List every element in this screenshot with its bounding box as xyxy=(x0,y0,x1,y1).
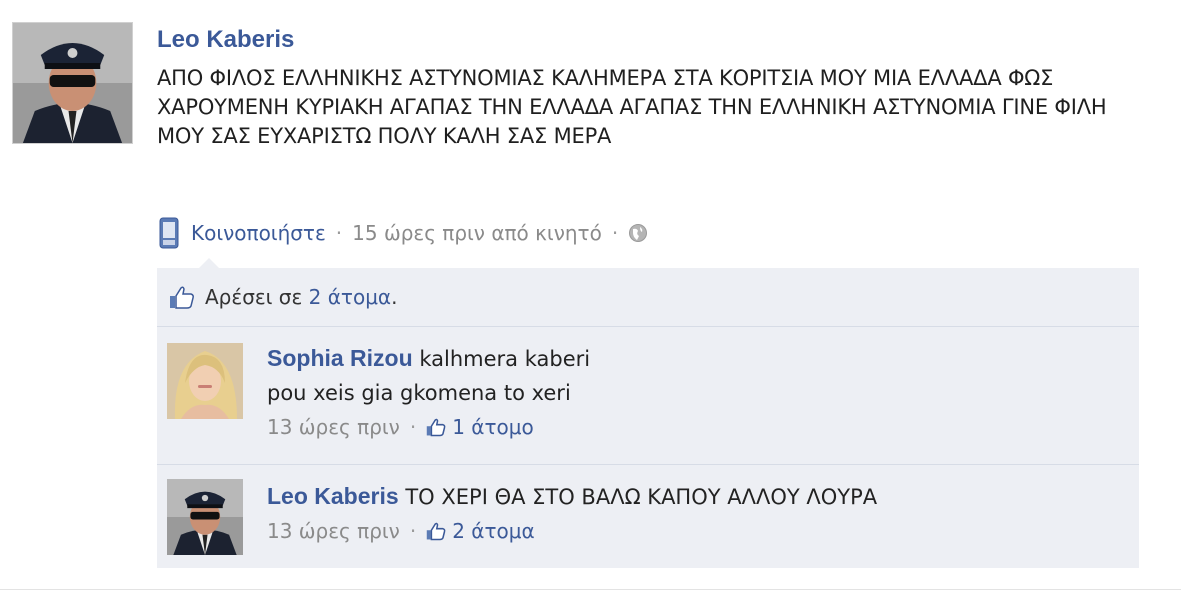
author-avatar[interactable] xyxy=(12,22,133,144)
comment-text-line: ΤΟ ΧΕΡΙ ΘΑ ΣΤΟ ΒΑΛΩ ΚΑΠΟΥ ΑΛΛΟΥ ΛΟΥΡΑ xyxy=(405,485,878,509)
meta-separator: · xyxy=(335,221,343,245)
comment-text-line: kalhmera kaberi xyxy=(419,347,591,371)
comment-likes-link[interactable]: 2 άτομα xyxy=(452,514,534,548)
meta-separator: · xyxy=(409,519,417,543)
post-timestamp[interactable]: 15 ώρες πριν από κινητό xyxy=(352,221,602,245)
likes-suffix: . xyxy=(391,285,398,309)
divider xyxy=(0,589,1181,590)
globe-icon xyxy=(629,224,648,242)
post-author-name[interactable]: Leo Kaberis xyxy=(157,26,294,54)
comment-author[interactable]: Sophia Rizou xyxy=(267,345,413,371)
panel-caret xyxy=(199,258,219,268)
likes-summary: Αρέσει σε 2 άτομα. xyxy=(157,268,1139,327)
comment-item: Leo Kaberis ΤΟ ΧΕΡΙ ΘΑ ΣΤΟ ΒΑΛΩ ΚΑΠΟΥ ΑΛ… xyxy=(157,464,1139,569)
meta-separator: · xyxy=(611,221,619,245)
likes-count-link[interactable]: 2 άτομα xyxy=(309,285,391,309)
comment-timestamp[interactable]: 13 ώρες πριν xyxy=(267,410,400,444)
post-text: ΑΠΟ ΦΙΛΟΣ ΕΛΛΗΝΙΚΗΣ ΑΣΤΥΝΟΜΙΑΣ ΚΑΛΗΜΕΡΑ … xyxy=(157,66,1107,148)
commenter-avatar[interactable] xyxy=(167,479,243,555)
thumbs-up-icon xyxy=(426,418,446,437)
meta-separator: · xyxy=(409,415,417,439)
comment-meta: 13 ώρες πριν · 2 άτομα xyxy=(267,514,877,548)
comment-likes-link[interactable]: 1 άτομο xyxy=(452,410,534,444)
post-meta: Κοινοποιήστε · 15 ώρες πριν από κινητό · xyxy=(157,216,648,250)
thumbs-up-icon xyxy=(426,522,446,541)
feedback-panel: Αρέσει σε 2 άτομα. Sophia Rizou kalhmera… xyxy=(157,268,1139,568)
mobile-icon xyxy=(159,217,179,249)
thumbs-up-icon xyxy=(170,286,194,309)
comment-item: Sophia Rizou kalhmera kaberi pou xeis gi… xyxy=(157,326,1139,465)
comment-author[interactable]: Leo Kaberis xyxy=(267,483,399,509)
commenter-avatar[interactable] xyxy=(167,343,243,419)
comment-timestamp[interactable]: 13 ώρες πριν xyxy=(267,514,400,548)
comment-text-line: pou xeis gia gkomena to xeri xyxy=(267,381,571,405)
share-link[interactable]: Κοινοποιήστε xyxy=(191,221,326,245)
comment-meta: 13 ώρες πριν · 1 άτομο xyxy=(267,410,590,444)
likes-prefix: Αρέσει σε xyxy=(205,285,303,309)
